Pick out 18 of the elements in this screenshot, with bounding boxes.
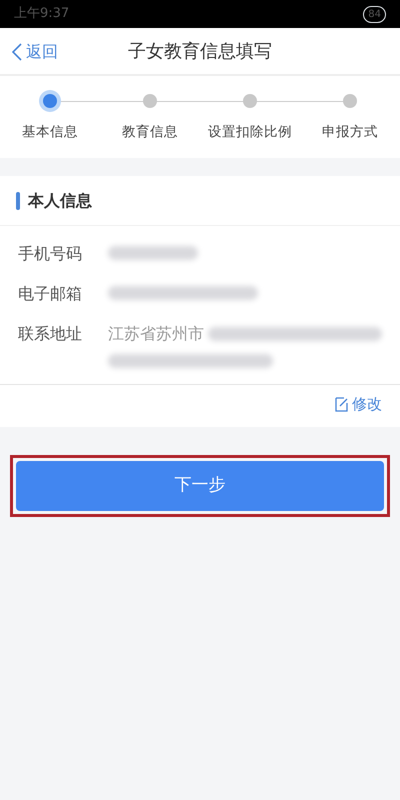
step-label: 教育信息 <box>122 123 178 142</box>
status-time: 上午9:37 <box>14 5 70 24</box>
back-button[interactable]: 返回 <box>12 40 58 64</box>
page-title: 子女教育信息填写 <box>128 40 272 64</box>
field-label: 手机号码 <box>18 243 83 266</box>
field-value: 江苏省苏州市 <box>108 323 204 346</box>
section-title: 本人信息 <box>28 190 92 212</box>
edit-link[interactable]: 修改 <box>335 393 382 416</box>
accent-bar <box>16 192 20 210</box>
step-label: 设置扣除比例 <box>208 123 292 142</box>
battery-level: 84 <box>363 6 386 22</box>
back-icon <box>12 43 22 61</box>
next-button[interactable]: 下一步 <box>16 460 384 510</box>
field-label: 联系地址 <box>18 323 83 346</box>
step-label: 申报方式 <box>322 123 378 142</box>
edit-icon <box>335 397 348 412</box>
field-label: 电子邮箱 <box>18 283 83 306</box>
step-label: 基本信息 <box>22 123 78 142</box>
